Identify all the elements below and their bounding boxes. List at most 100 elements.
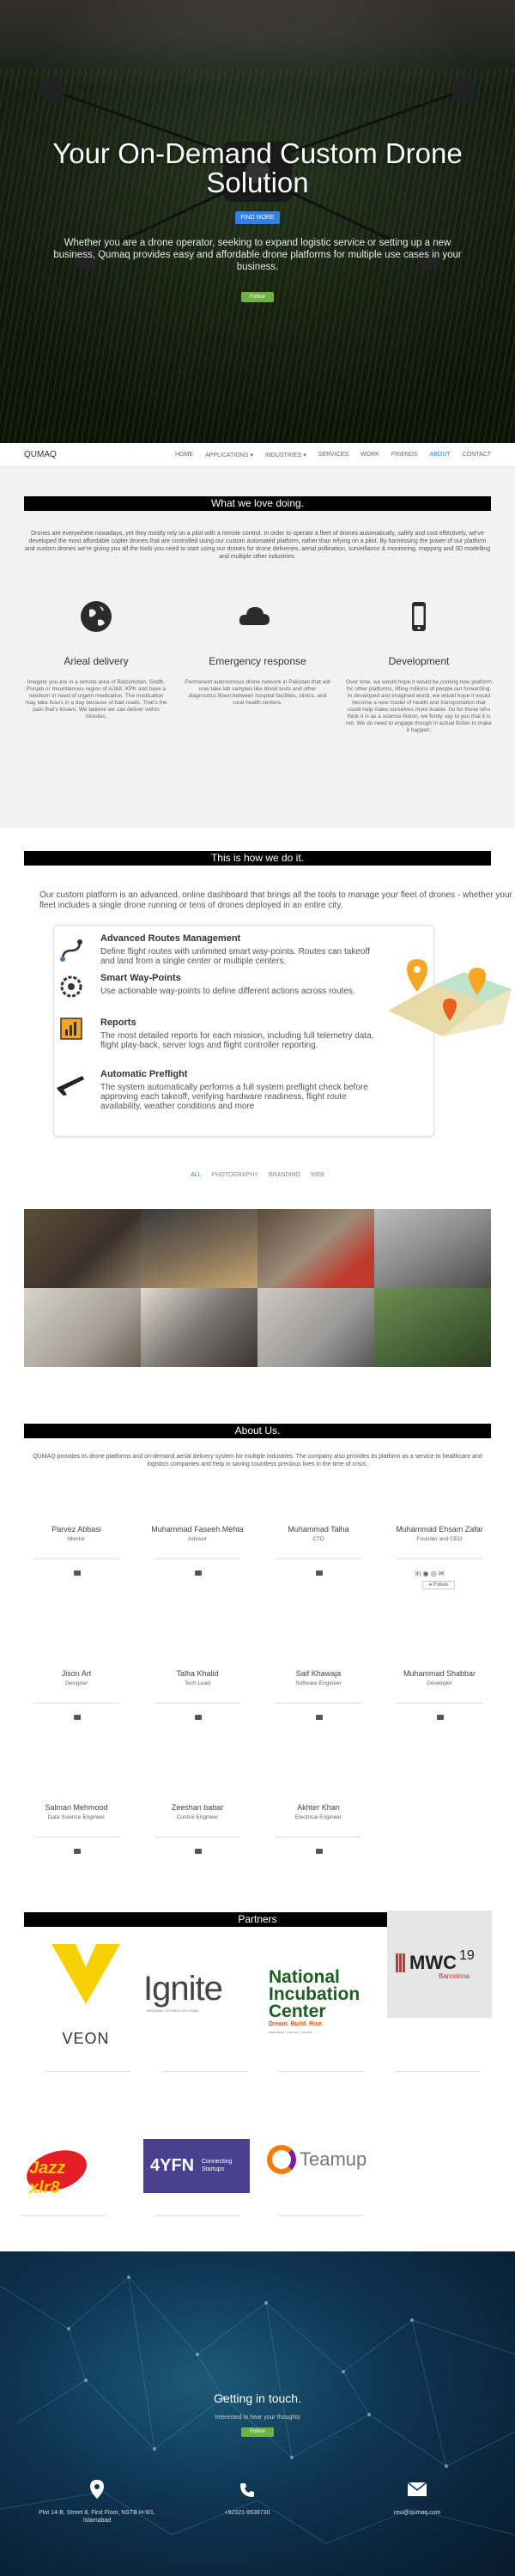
follow-label: Follow xyxy=(250,2429,265,2434)
hero-follow-button[interactable]: Follow xyxy=(241,292,274,302)
item-text: Define flight routes with unlimited smar… xyxy=(100,947,370,966)
social-icons[interactable]: in ◉ ◎ ✉ xyxy=(415,1570,445,1577)
mail-icon[interactable] xyxy=(195,1715,202,1720)
gallery-photo[interactable] xyxy=(24,1209,141,1288)
contact-phone[interactable]: +92321-9538730 xyxy=(204,2509,290,2517)
nav-item[interactable]: FRIENDS xyxy=(391,452,418,459)
divider xyxy=(154,1703,240,1704)
partner-name: Center xyxy=(269,2002,326,2021)
team-member-name: Zeeshan babar xyxy=(171,1803,224,1812)
gallery-photo[interactable] xyxy=(258,1209,374,1288)
contact-footer: Getting in touch. Interested to hear you… xyxy=(0,2251,515,2576)
mail-icon[interactable] xyxy=(316,1571,323,1576)
footer-follow-button[interactable]: Follow xyxy=(241,2427,274,2437)
team-member-role: Founder and CEO xyxy=(416,1536,463,1542)
gallery-photo[interactable] xyxy=(24,1288,141,1367)
divider xyxy=(161,2071,247,2072)
portfolio-filters: ALL PHOTOGRAPHY BRANDING WEB xyxy=(0,1172,515,1178)
divider xyxy=(278,2215,364,2216)
mail-icon[interactable] xyxy=(195,1571,202,1576)
portfolio-gallery xyxy=(24,1209,491,1367)
envelope-icon xyxy=(407,2482,427,2496)
contact-subtitle: Interested to hear your thoughts xyxy=(215,2415,300,2421)
item-title: Automatic Preflight xyxy=(100,1069,188,1079)
divider xyxy=(395,2071,481,2072)
team-member-role: Software Engineer xyxy=(295,1680,342,1686)
love-title: What we love doing. xyxy=(24,496,491,511)
ceo-follow-button[interactable]: ● Follow xyxy=(422,1581,455,1589)
network-background xyxy=(0,2275,515,2544)
nav-item[interactable]: APPLICATIONS ▾ xyxy=(205,452,253,459)
feature-text: Imagine you are in a remote area of Balo… xyxy=(25,679,167,720)
divider xyxy=(397,1558,482,1559)
partner-name: National xyxy=(269,1967,340,1987)
feature-title: Arieal delivery xyxy=(64,655,129,667)
divider xyxy=(276,1703,361,1704)
item-title: Reports xyxy=(100,1018,136,1028)
brand-logo[interactable]: QUMAQ xyxy=(24,450,57,459)
divider xyxy=(154,2215,240,2216)
partner-logo-mwc[interactable]: MWC 19 Barcelona xyxy=(387,1911,492,2018)
gallery-photo[interactable] xyxy=(141,1288,258,1367)
reports-icon xyxy=(60,1018,82,1040)
divider xyxy=(154,1558,240,1559)
gallery-photo[interactable] xyxy=(258,1288,374,1367)
nav-item[interactable]: ABOUT xyxy=(430,452,451,459)
team-member-name: Akhter Khan xyxy=(297,1803,340,1812)
partner-logo-teamup[interactable]: Teamup xyxy=(267,2142,373,2184)
team-member-role: Designer xyxy=(64,1680,88,1686)
partner-name: Incubation xyxy=(269,1984,360,2004)
divider xyxy=(21,2215,106,2216)
mwc-mark xyxy=(396,1953,406,1972)
filter-tab[interactable]: WEB xyxy=(311,1172,324,1178)
about-intro: QUMAQ provides its drone platforms and o… xyxy=(33,1454,482,1467)
mail-icon[interactable] xyxy=(74,1715,81,1720)
globe-icon xyxy=(81,601,112,632)
find-more-button[interactable]: FIND MORE xyxy=(235,211,280,224)
partner-logo-jazz[interactable]: Jazz xlr8 xyxy=(21,2142,93,2199)
filter-tab[interactable]: ALL xyxy=(191,1172,201,1178)
mail-icon[interactable] xyxy=(195,1849,202,1854)
mail-icon[interactable] xyxy=(74,1849,81,1854)
nav-item[interactable]: INDUSTRIES ▾ xyxy=(265,452,306,459)
partner-name: MWC xyxy=(409,1952,457,1973)
mail-icon[interactable] xyxy=(316,1849,323,1854)
gallery-photo[interactable] xyxy=(141,1209,258,1288)
divider xyxy=(276,1558,361,1559)
team-member-role: Advisor xyxy=(188,1536,207,1542)
partner-name: Teamup xyxy=(300,2148,367,2170)
team-member-role: Electrical Engineer xyxy=(294,1814,342,1820)
contact-email[interactable]: ceo@qumaq.com xyxy=(374,2509,460,2517)
partner-logo-ignite[interactable]: Ignite NATIONAL TECHNOLOGY FUND xyxy=(142,1968,249,2020)
filter-tab[interactable]: BRANDING xyxy=(269,1172,300,1178)
team-member-name: Salman Mehmood xyxy=(45,1803,108,1812)
team-member-name: Muhammad Talha xyxy=(288,1525,349,1534)
partner-logo-4yfn[interactable]: 4YFN Connecting Startups xyxy=(143,2139,250,2193)
gallery-photo[interactable] xyxy=(374,1288,491,1367)
partner-logo-nic[interactable]: National Incubation Center Dream. Build.… xyxy=(269,1968,372,2037)
divider xyxy=(397,1703,482,1704)
nav-item[interactable]: CONTACT xyxy=(463,452,491,459)
feature-title: Development xyxy=(388,655,450,667)
team-member-name: Muhammad Faseeh Mehta xyxy=(151,1525,244,1534)
navbar: QUMAQ HOME APPLICATIONS ▾ INDUSTRIES ▾ SERV… xyxy=(0,443,515,467)
hero-section: Your On-Demand Custom Drone Solution FIN… xyxy=(0,0,515,443)
nav-item[interactable]: SERVICES xyxy=(318,452,348,459)
divider xyxy=(33,1837,119,1838)
nav-item[interactable]: WORK xyxy=(360,452,379,459)
mail-icon[interactable] xyxy=(74,1571,81,1576)
contact-address: Plot 14-B, Street 8, First Floor, NSTB H… xyxy=(39,2510,155,2524)
nav-menu: HOME APPLICATIONS ▾ INDUSTRIES ▾ SERVICES WO… xyxy=(175,452,491,459)
gallery-photo[interactable] xyxy=(374,1209,491,1288)
partner-name: Ignite xyxy=(143,1970,223,2008)
page: Your On-Demand Custom Drone Solution FIN… xyxy=(0,0,515,2576)
feature-text: Over time, we would hope it would be com… xyxy=(346,679,492,733)
team-member-name: Jison Art xyxy=(61,1669,92,1678)
filter-tab[interactable]: PHOTOGRAPHY xyxy=(212,1172,258,1178)
mail-icon[interactable] xyxy=(316,1715,323,1720)
partner-logo-veon[interactable]: VEON xyxy=(34,1920,137,2059)
partner-sub: Islamabad | Lahore | Karachi xyxy=(269,2030,312,2034)
divider xyxy=(33,1558,119,1559)
mail-icon[interactable] xyxy=(437,1715,444,1720)
nav-item[interactable]: HOME xyxy=(175,452,193,459)
